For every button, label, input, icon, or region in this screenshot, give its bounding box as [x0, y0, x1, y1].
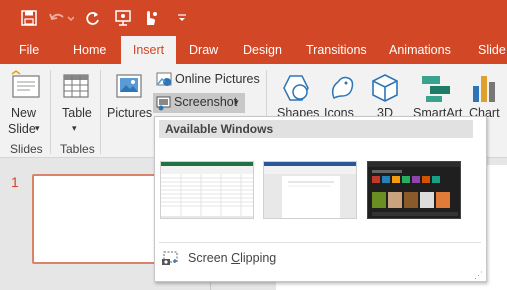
- tab-slide-show[interactable]: Slide S: [470, 36, 507, 64]
- window-thumbnail-spreadsheet[interactable]: [160, 161, 254, 219]
- media-app-preview: [368, 162, 460, 218]
- pictures-icon: [116, 74, 142, 98]
- screen-clipping-accelerator: C: [231, 251, 241, 265]
- screen-clipping-label: Screen Clipping: [188, 251, 276, 265]
- group-label-tables: Tables: [60, 142, 95, 156]
- window-thumbnail-document[interactable]: [263, 161, 357, 219]
- tab-animations[interactable]: Animations: [381, 36, 459, 64]
- tab-draw[interactable]: Draw: [181, 36, 226, 64]
- tab-file[interactable]: File: [11, 36, 47, 64]
- chart-icon: [473, 76, 495, 102]
- ribbon-tab-row: File Home Insert Draw Design Transitions…: [0, 36, 507, 64]
- ribbon-group-divider: [100, 70, 101, 154]
- pictures-label: Pictures: [107, 106, 153, 120]
- new-slide-label-line2: Slide: [8, 122, 36, 136]
- online-pictures-button[interactable]: Online Pictures: [155, 70, 260, 90]
- group-label-slides: Slides: [10, 142, 43, 156]
- new-slide-icon: [11, 70, 40, 98]
- screenshot-label: Screenshot: [174, 95, 238, 109]
- touch-mode-icon[interactable]: [138, 7, 160, 29]
- screen-clipping-text-prefix: Screen: [188, 251, 232, 265]
- screenshot-dropdown: Available Windows Screen Clipping ⋰: [154, 116, 487, 282]
- table-icon: [63, 74, 89, 98]
- screenshot-caret: ▾: [234, 97, 239, 107]
- screen-clipping-menu-item[interactable]: Screen Clipping: [157, 245, 483, 271]
- ribbon-group-divider: [50, 70, 51, 154]
- tab-insert[interactable]: Insert: [121, 36, 176, 64]
- save-icon[interactable]: [18, 7, 40, 29]
- online-pictures-icon: [156, 72, 172, 86]
- tab-home[interactable]: Home: [65, 36, 114, 64]
- smartart-icon: [422, 76, 450, 102]
- redo-icon[interactable]: [82, 7, 104, 29]
- available-windows-header: Available Windows: [159, 120, 473, 138]
- dropdown-separator: [159, 242, 481, 243]
- new-slide-label-line1: New: [11, 106, 37, 120]
- screenshot-icon: [156, 96, 171, 111]
- undo-icon[interactable]: [46, 7, 76, 29]
- title-bar: [0, 0, 507, 36]
- table-label: Table: [62, 106, 92, 120]
- document-preview: [264, 162, 356, 218]
- customize-toolbar-icon[interactable]: [174, 7, 190, 29]
- window-thumbnail-media-app[interactable]: [367, 161, 461, 219]
- screen-clipping-icon: [162, 251, 178, 265]
- start-from-beginning-icon[interactable]: [112, 7, 134, 29]
- screen-clipping-text-suffix: lipping: [240, 251, 277, 265]
- tab-design[interactable]: Design: [235, 36, 290, 64]
- table-caret: ▾: [72, 123, 77, 133]
- shapes-icon: [283, 75, 309, 101]
- spreadsheet-preview: [161, 162, 253, 218]
- tab-transitions[interactable]: Transitions: [298, 36, 375, 64]
- new-slide-caret: ▾: [35, 123, 40, 133]
- icons-icon: [331, 76, 354, 100]
- slide-number: 1: [11, 174, 19, 190]
- screenshot-button[interactable]: Screenshot ▾: [153, 93, 245, 113]
- cube-icon: [372, 74, 398, 102]
- resize-grip-icon[interactable]: ⋰: [474, 271, 483, 280]
- online-pictures-label: Online Pictures: [175, 72, 260, 86]
